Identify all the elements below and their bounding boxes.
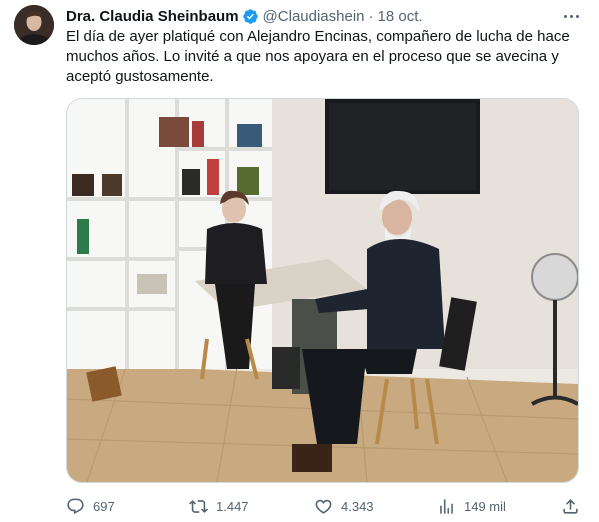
photo-image bbox=[67, 99, 578, 482]
author-name[interactable]: Dra. Claudia Sheinbaum bbox=[66, 8, 239, 25]
heart-icon bbox=[314, 497, 333, 516]
reply-count: 697 bbox=[93, 498, 115, 514]
share-button[interactable] bbox=[561, 495, 580, 517]
tweet-text: El día de ayer platiqué con Alejandro En… bbox=[66, 28, 570, 85]
views-button[interactable]: 149 mil bbox=[437, 495, 506, 517]
views-count: 149 mil bbox=[464, 498, 506, 514]
header-separator: · bbox=[368, 7, 374, 25]
verified-badge-icon bbox=[242, 8, 259, 25]
like-count: 4.343 bbox=[341, 498, 374, 514]
views-chart-icon bbox=[437, 497, 456, 516]
tweet-actions: 697 1.447 4.343 149 mil bbox=[66, 495, 582, 517]
share-icon bbox=[561, 497, 580, 516]
retweet-count: 1.447 bbox=[216, 498, 249, 514]
tweet-header: Dra. Claudia Sheinbaum @Claudiashein · 1… bbox=[66, 6, 423, 26]
reply-button[interactable]: 697 bbox=[66, 495, 115, 517]
more-options-icon[interactable] bbox=[561, 6, 581, 26]
like-button[interactable]: 4.343 bbox=[314, 495, 374, 517]
avatar[interactable] bbox=[14, 5, 54, 45]
avatar-image bbox=[14, 5, 54, 45]
retweet-button[interactable]: 1.447 bbox=[189, 495, 249, 517]
author-handle[interactable]: @Claudiashein bbox=[263, 8, 365, 25]
reply-icon bbox=[66, 497, 85, 516]
tweet-card[interactable]: Dra. Claudia Sheinbaum @Claudiashein · 1… bbox=[0, 0, 599, 522]
retweet-icon bbox=[189, 497, 208, 516]
tweet-date[interactable]: 18 oct. bbox=[378, 8, 423, 25]
tweet-photo[interactable] bbox=[66, 98, 579, 483]
